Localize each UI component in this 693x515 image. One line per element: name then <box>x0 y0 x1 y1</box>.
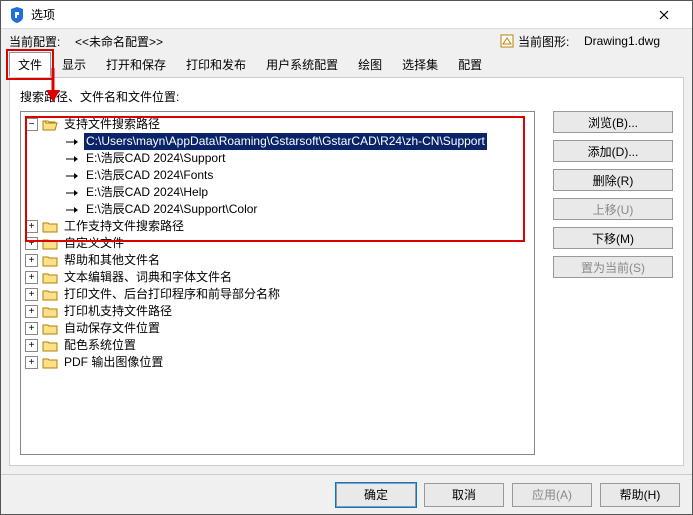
tree-item-label: E:\浩辰CAD 2024\Fonts <box>84 167 215 184</box>
tab-5[interactable]: 绘图 <box>349 52 391 77</box>
path-icon <box>64 203 80 217</box>
tree-item-label: 打印文件、后台打印程序和前导部分名称 <box>62 286 282 303</box>
side-buttons: 浏览(B)... 添加(D)... 删除(R) 上移(U) 下移(M) 置为当前… <box>553 111 673 455</box>
tree-folder[interactable]: + PDF 输出图像位置 <box>25 354 530 371</box>
tree-item-label: 自动保存文件位置 <box>62 320 162 337</box>
remove-button[interactable]: 删除(R) <box>553 169 673 191</box>
current-drawing-label: 当前图形: <box>518 33 584 50</box>
tree-path-item[interactable]: E:\浩辰CAD 2024\Help <box>25 184 530 201</box>
current-config-label: 当前配置: <box>9 33 75 50</box>
folder-icon <box>42 288 58 302</box>
tree-folder[interactable]: + 打印文件、后台打印程序和前导部分名称 <box>25 286 530 303</box>
folder-open-icon <box>42 118 58 132</box>
tree-folder[interactable]: + 帮助和其他文件名 <box>25 252 530 269</box>
folder-icon <box>42 322 58 336</box>
twisty-blank <box>47 203 60 216</box>
help-button[interactable]: 帮助(H) <box>600 483 680 507</box>
folder-icon <box>42 305 58 319</box>
app-logo-icon <box>9 7 25 23</box>
folder-icon <box>42 220 58 234</box>
tab-3[interactable]: 打印和发布 <box>177 52 255 77</box>
tree-item-label: 自定义文件 <box>62 235 126 252</box>
config-row: 当前配置: <<未命名配置>> 当前图形: Drawing1.dwg <box>1 29 692 53</box>
path-icon <box>64 186 80 200</box>
tree-view[interactable]: − 支持文件搜索路径C:\Users\mayn\AppData\Roaming\G… <box>20 111 535 455</box>
tree-item-label: 工作支持文件搜索路径 <box>62 218 186 235</box>
folder-icon <box>42 254 58 268</box>
twisty-blank <box>47 186 60 199</box>
tree-folder[interactable]: + 自定义文件 <box>25 235 530 252</box>
folder-icon <box>42 237 58 251</box>
move-down-button[interactable]: 下移(M) <box>553 227 673 249</box>
dialog-footer: 确定 取消 应用(A) 帮助(H) <box>1 474 692 514</box>
twisty-blank <box>47 152 60 165</box>
close-button[interactable] <box>644 1 684 29</box>
expand-icon[interactable]: + <box>25 288 38 301</box>
path-icon <box>64 135 80 149</box>
tree-item-label: E:\浩辰CAD 2024\Support <box>84 150 227 167</box>
current-drawing-value: Drawing1.dwg <box>584 34 660 48</box>
tree-folder[interactable]: + 配色系统位置 <box>25 337 530 354</box>
expand-icon[interactable]: + <box>25 305 38 318</box>
tree-folder[interactable]: + 打印机支持文件路径 <box>25 303 530 320</box>
expand-icon[interactable]: + <box>25 339 38 352</box>
tree-item-label: E:\浩辰CAD 2024\Support\Color <box>84 201 259 218</box>
tab-content: 搜索路径、文件名和文件位置: − 支持文件搜索路径C:\Users\mayn\Ap… <box>9 77 684 466</box>
drawing-icon <box>500 34 514 48</box>
tree-item-label: 文本编辑器、词典和字体文件名 <box>62 269 234 286</box>
expand-icon[interactable]: + <box>25 271 38 284</box>
add-button[interactable]: 添加(D)... <box>553 140 673 162</box>
path-icon <box>64 152 80 166</box>
tab-6[interactable]: 选择集 <box>393 52 447 77</box>
folder-icon <box>42 356 58 370</box>
tree-item-label: C:\Users\mayn\AppData\Roaming\Gstarsoft\… <box>84 133 487 150</box>
tree-item-label: E:\浩辰CAD 2024\Help <box>84 184 210 201</box>
collapse-icon[interactable]: − <box>25 118 38 131</box>
tree-item-label: 帮助和其他文件名 <box>62 252 162 269</box>
expand-icon[interactable]: + <box>25 237 38 250</box>
apply-button[interactable]: 应用(A) <box>512 483 592 507</box>
twisty-blank <box>47 169 60 182</box>
tree-path-item[interactable]: E:\浩辰CAD 2024\Support\Color <box>25 201 530 218</box>
tree-folder[interactable]: − 支持文件搜索路径 <box>25 116 530 133</box>
tab-2[interactable]: 打开和保存 <box>97 52 175 77</box>
tree-path-item[interactable]: E:\浩辰CAD 2024\Support <box>25 150 530 167</box>
expand-icon[interactable]: + <box>25 356 38 369</box>
expand-icon[interactable]: + <box>25 254 38 267</box>
cancel-button[interactable]: 取消 <box>424 483 504 507</box>
tree-folder[interactable]: + 自动保存文件位置 <box>25 320 530 337</box>
folder-icon <box>42 271 58 285</box>
tree-item-label: 配色系统位置 <box>62 337 138 354</box>
tab-4[interactable]: 用户系统配置 <box>257 52 347 77</box>
current-config-value: <<未命名配置>> <box>75 33 163 50</box>
expand-icon[interactable]: + <box>25 322 38 335</box>
options-dialog: 选项 当前配置: <<未命名配置>> 当前图形: Drawing1.dwg 文件… <box>0 0 693 515</box>
twisty-blank <box>47 135 60 148</box>
set-current-button[interactable]: 置为当前(S) <box>553 256 673 278</box>
tab-0[interactable]: 文件 <box>9 52 51 77</box>
tree-item-label: PDF 输出图像位置 <box>62 354 165 371</box>
tab-bar: 文件显示打开和保存打印和发布用户系统配置绘图选择集配置 <box>1 53 692 77</box>
tree-item-label: 打印机支持文件路径 <box>62 303 174 320</box>
tree-folder[interactable]: + 文本编辑器、词典和字体文件名 <box>25 269 530 286</box>
path-icon <box>64 169 80 183</box>
tree-item-label: 支持文件搜索路径 <box>62 116 162 133</box>
tree-folder[interactable]: + 工作支持文件搜索路径 <box>25 218 530 235</box>
tree-path-item[interactable]: E:\浩辰CAD 2024\Fonts <box>25 167 530 184</box>
folder-icon <box>42 339 58 353</box>
tab-7[interactable]: 配置 <box>449 52 491 77</box>
tree-path-item[interactable]: C:\Users\mayn\AppData\Roaming\Gstarsoft\… <box>25 133 530 150</box>
titlebar: 选项 <box>1 1 692 29</box>
expand-icon[interactable]: + <box>25 220 38 233</box>
move-up-button[interactable]: 上移(U) <box>553 198 673 220</box>
browse-button[interactable]: 浏览(B)... <box>553 111 673 133</box>
ok-button[interactable]: 确定 <box>336 483 416 507</box>
section-label: 搜索路径、文件名和文件位置: <box>20 88 673 105</box>
window-title: 选项 <box>31 6 55 23</box>
tab-1[interactable]: 显示 <box>53 52 95 77</box>
